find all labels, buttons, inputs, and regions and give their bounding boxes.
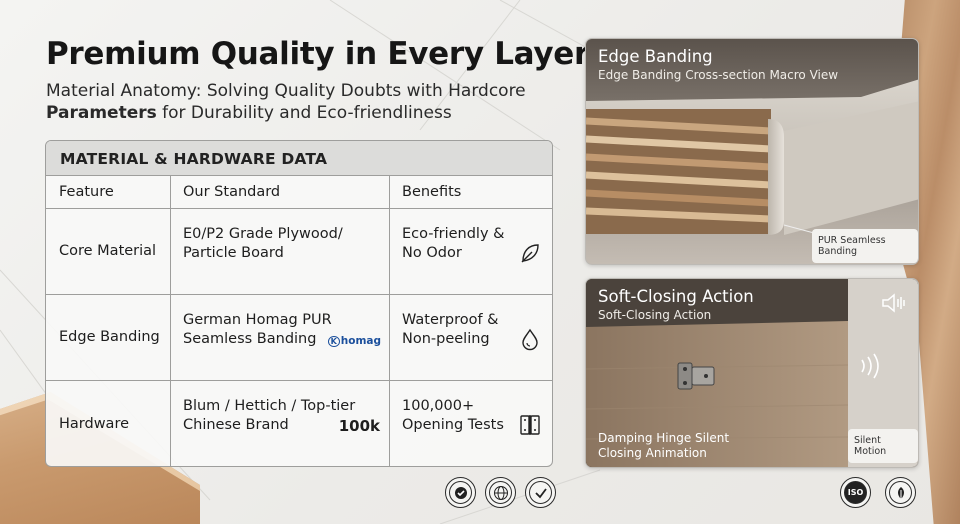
sound-wave-icon bbox=[861, 353, 879, 379]
standard-cell: Blum / Hettich / Top-tier Chinese Brand … bbox=[171, 381, 390, 466]
table-row: Edge Banding German Homag PUR Seamless B… bbox=[46, 295, 552, 381]
eco-leaf-badge-inner bbox=[889, 481, 912, 504]
edge-banding-card: Edge Banding Edge Banding Cross-section … bbox=[585, 38, 919, 265]
column-header: Our Standard bbox=[171, 176, 390, 208]
page-subtitle: Material Anatomy: Solving Quality Doubts… bbox=[46, 80, 546, 124]
subtitle-line1: Material Anatomy: Solving Quality Doubts… bbox=[46, 81, 526, 101]
silent-motion-label: Silent Motion bbox=[848, 429, 918, 463]
quality-check-badge-inner bbox=[449, 481, 472, 504]
column-header: Benefits bbox=[402, 184, 462, 200]
feature-cell: Edge Banding bbox=[46, 295, 171, 380]
pur-banding-label: PUR Seamless Banding bbox=[812, 229, 918, 263]
iso-badge-icon: ISO bbox=[840, 477, 871, 508]
table-row: Core Material E0/P2 Grade Plywood/ Parti… bbox=[46, 209, 552, 295]
benefit-cell: Waterproof & Non-peeling bbox=[390, 295, 552, 380]
benefit-text: Eco-friendly & No Odor bbox=[402, 226, 505, 261]
leaf-icon bbox=[521, 244, 539, 263]
material-data-table: MATERIAL & HARDWARE DATA Feature Our Sta… bbox=[45, 140, 553, 467]
checkmark-icon bbox=[454, 486, 467, 499]
benefit-cell: 100,000+ Opening Tests bbox=[390, 381, 552, 466]
standard-text: German Homag PUR Seamless Banding bbox=[183, 312, 332, 347]
standard-text: Blum / Hettich / Top-tier Chinese Brand bbox=[183, 398, 356, 433]
soft-card-title: Soft-Closing Action bbox=[598, 287, 754, 306]
eco-leaf-badge-icon bbox=[885, 477, 916, 508]
standard-text: E0/P2 Grade Plywood/ Particle Board bbox=[183, 226, 343, 261]
page-title: Premium Quality in Every Layer bbox=[46, 36, 589, 72]
benefit-cell: Eco-friendly & No Odor bbox=[390, 209, 552, 294]
quality-check-badge-icon bbox=[445, 477, 476, 508]
global-standard-badge-inner bbox=[489, 481, 512, 504]
soft-card-caption: Damping Hinge Silent Closing Animation bbox=[598, 431, 730, 460]
global-standard-badge-icon bbox=[485, 477, 516, 508]
cycle-count-tag: 100k bbox=[338, 417, 380, 435]
leaf-icon bbox=[897, 486, 904, 499]
subtitle-rest: for Durability and Eco-friendliness bbox=[162, 103, 452, 123]
column-header: Feature bbox=[46, 176, 171, 208]
homag-logo-text: homag bbox=[340, 335, 381, 347]
standard-cell: German Homag PUR Seamless Banding Khomag bbox=[171, 295, 390, 380]
soft-closing-card: Soft-Closing Action Soft-Closing Action … bbox=[585, 278, 919, 468]
speaker-icon bbox=[882, 293, 905, 313]
certified-badge-inner bbox=[529, 481, 552, 504]
homag-logo: Khomag bbox=[327, 332, 381, 351]
homag-logo-mark: K bbox=[327, 336, 340, 347]
certified-badge-icon bbox=[525, 477, 556, 508]
feature-cell: Core Material bbox=[46, 209, 171, 294]
iso-text: ISO bbox=[844, 481, 867, 504]
subtitle-bold: Parameters bbox=[46, 103, 157, 123]
check-icon bbox=[534, 487, 547, 498]
edge-card-title: Edge Banding bbox=[598, 47, 713, 66]
table-row: Hardware Blum / Hettich / Top-tier Chine… bbox=[46, 381, 552, 466]
hinge-icon bbox=[520, 415, 540, 435]
globe-icon bbox=[493, 485, 508, 500]
benefit-text: Waterproof & Non-peeling bbox=[402, 312, 499, 347]
table-title: MATERIAL & HARDWARE DATA bbox=[46, 141, 552, 176]
standard-cell: E0/P2 Grade Plywood/ Particle Board bbox=[171, 209, 390, 294]
water-drop-icon bbox=[522, 328, 538, 351]
benefit-text: 100,000+ Opening Tests bbox=[402, 398, 504, 433]
soft-card-subtitle: Soft-Closing Action bbox=[598, 308, 712, 322]
table-header-row: Feature Our Standard Benefits bbox=[46, 176, 552, 209]
edge-card-subtitle: Edge Banding Cross-section Macro View bbox=[598, 68, 839, 82]
feature-cell: Hardware bbox=[46, 381, 171, 466]
